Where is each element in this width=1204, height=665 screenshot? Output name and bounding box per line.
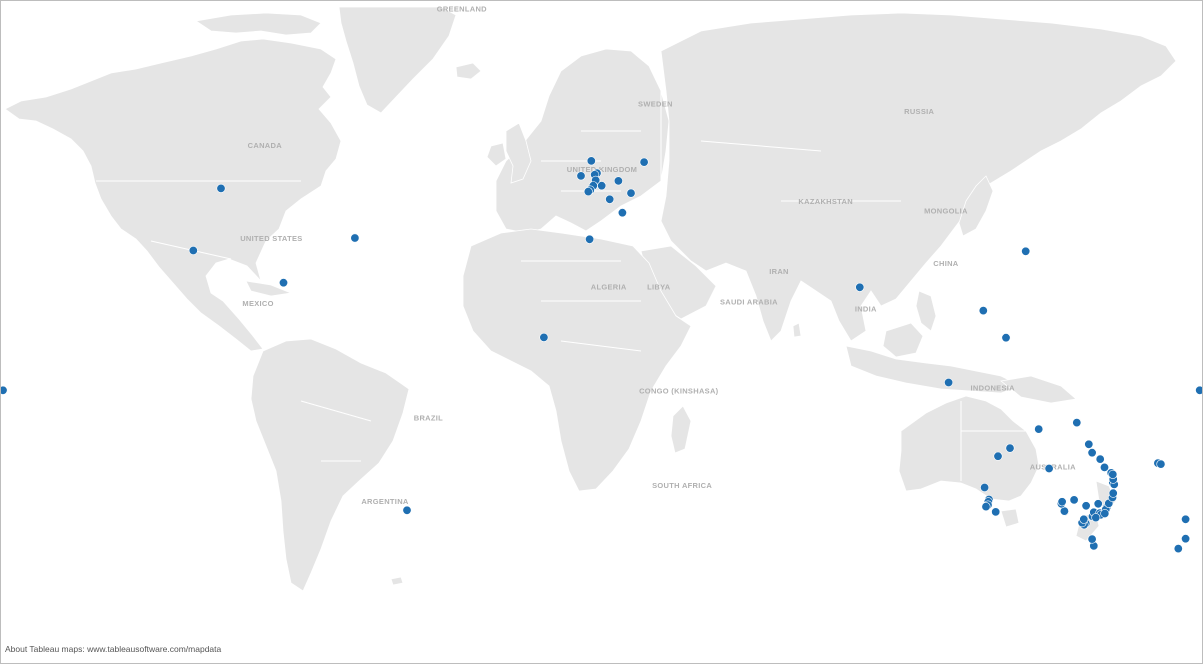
country-label-algeria: ALGERIA [591,283,627,292]
landmass-sri-lanka [792,322,802,338]
location-marker[interactable] [944,377,954,387]
location-marker[interactable] [597,181,607,191]
location-marker[interactable] [1095,454,1105,464]
country-label-indonesia: INDONESIA [971,383,1016,392]
country-label-sweden: SWEDEN [638,100,673,109]
location-marker[interactable] [1079,514,1089,524]
map-view[interactable]: GREENLAND CANADA UNITED STATES MEXICO BRAZIL… [0,0,1203,664]
landmass-south-america [250,338,410,592]
location-marker[interactable] [1156,459,1166,469]
location-marker[interactable] [1181,534,1191,544]
location-marker[interactable] [402,505,412,515]
location-marker[interactable] [1001,333,1011,343]
location-marker[interactable] [585,234,595,244]
country-label-mexico: MEXICO [242,299,273,308]
location-marker[interactable] [1087,534,1097,544]
location-marker[interactable] [1100,462,1110,472]
location-marker[interactable] [855,282,865,292]
location-marker[interactable] [1181,514,1191,524]
landmass-tasmania [1000,508,1020,528]
location-marker[interactable] [1173,544,1183,554]
country-label-china: CHINA [933,259,959,268]
map-attribution[interactable]: About Tableau maps: www.tableausoftware.… [5,644,221,654]
country-label-argentina: ARGENTINA [361,497,409,506]
location-marker[interactable] [188,246,198,256]
landmass-ireland [486,142,507,167]
country-label-canada: CANADA [248,141,283,150]
country-label-russia: RUSSIA [904,107,934,116]
location-marker[interactable] [1084,439,1094,449]
country-label-greenland: GREENLAND [437,5,487,14]
location-marker[interactable] [1005,443,1015,453]
country-label-congo: CONGO (KINSHASA) [639,387,719,396]
location-marker[interactable] [586,156,596,166]
location-marker[interactable] [1093,499,1103,509]
location-marker[interactable] [583,187,593,197]
location-marker[interactable] [1069,495,1079,505]
location-marker[interactable] [978,306,988,316]
country-label-united-states: UNITED STATES [240,234,302,243]
country-label-kazakhstan: KAZAKHSTAN [798,197,853,206]
landmass-greenland [338,6,457,114]
location-marker[interactable] [1081,501,1091,511]
location-marker[interactable] [1044,463,1054,473]
location-marker[interactable] [1108,488,1118,498]
location-marker[interactable] [539,332,549,342]
location-marker[interactable] [278,278,288,288]
location-marker[interactable] [350,233,360,243]
location-marker[interactable] [613,176,623,186]
location-marker[interactable] [216,183,226,193]
country-label-south-africa: SOUTH AFRICA [652,481,712,490]
country-label-mongolia: MONGOLIA [924,207,968,216]
location-marker[interactable] [1021,246,1031,256]
country-label-brazil: BRAZIL [414,414,443,423]
location-marker[interactable] [980,482,990,492]
location-marker[interactable] [1100,508,1110,518]
landmass-north-america [4,38,342,352]
location-marker[interactable] [626,188,636,198]
landmass-philippines [915,290,937,332]
landmass-layer [4,6,1177,592]
location-marker[interactable] [993,451,1003,461]
location-marker[interactable] [1057,497,1067,507]
country-label-saudi-arabia: SAUDI ARABIA [720,297,778,306]
country-label-india: INDIA [855,305,877,314]
location-marker[interactable] [576,171,586,181]
location-marker[interactable] [1195,385,1204,395]
location-marker[interactable] [1091,513,1101,523]
landmass-arctic-islands [194,12,322,36]
location-marker[interactable] [1034,424,1044,434]
landmass-australia [898,395,1040,502]
country-label-iran: IRAN [769,267,789,276]
location-marker[interactable] [1087,448,1097,458]
country-label-united-kingdom: UNITED KINGDOM [567,165,637,174]
landmass-borneo [882,322,924,358]
location-marker[interactable] [1108,469,1118,479]
location-marker[interactable] [617,208,627,218]
location-marker[interactable] [981,502,991,512]
location-marker[interactable] [1072,418,1082,428]
landmass-iceland [455,62,482,80]
location-marker[interactable] [1,385,8,395]
landmass-madagascar [670,405,692,454]
country-label-libya: LIBYA [647,283,671,292]
location-marker[interactable] [991,507,1001,517]
world-map[interactable]: GREENLAND CANADA UNITED STATES MEXICO BRAZIL… [1,1,1203,664]
landmass-south-georgia [390,576,404,586]
location-marker[interactable] [639,157,649,167]
location-marker[interactable] [605,194,615,204]
